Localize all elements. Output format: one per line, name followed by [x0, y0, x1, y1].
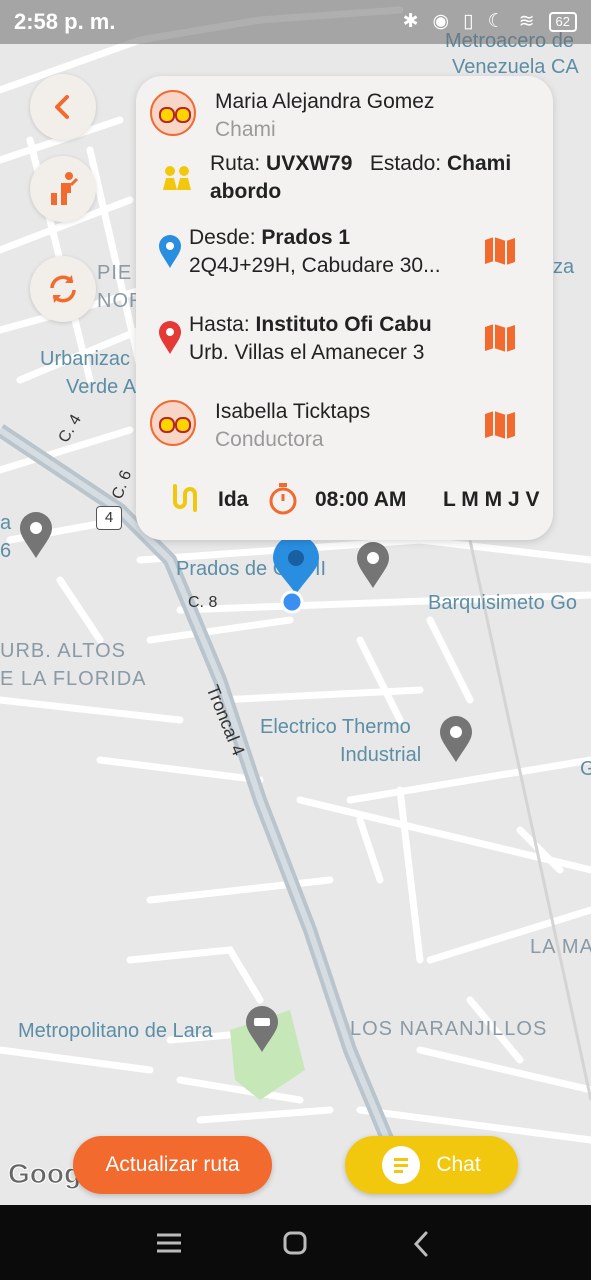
driver-role: Conductora — [215, 428, 324, 451]
location-icon: ◉ — [432, 11, 450, 32]
status-time: 2:58 p. m. — [14, 9, 116, 34]
map-label: G — [580, 758, 591, 780]
poi-pin-icon[interactable] — [438, 716, 474, 764]
hasta-value: Instituto Ofi Cabu — [255, 313, 432, 336]
map-label: za — [553, 256, 575, 278]
status-bar: 2:58 p. m. ✱ ◉ ▯ ☾ ≋ 62 — [0, 0, 591, 44]
moon-icon: ☾ — [487, 11, 505, 32]
chami-logo — [150, 90, 196, 136]
destination-line: Hasta: Instituto Ofi Cabu — [189, 313, 432, 337]
back-button[interactable] — [30, 74, 96, 140]
map-label: Verde A — [66, 376, 137, 398]
current-location-pin-icon[interactable] — [271, 536, 321, 616]
chat-bubble-icon — [382, 1146, 421, 1184]
chevron-left-icon — [55, 95, 69, 119]
chat-label: Chat — [436, 1153, 481, 1176]
route-icon — [173, 484, 197, 512]
map-label: C. 8 — [188, 594, 218, 611]
passenger-boarding-button[interactable] — [30, 156, 96, 222]
poi-pin-icon[interactable] — [355, 542, 391, 590]
map-label: Metropolitano de Lara — [18, 1020, 213, 1042]
map-label: URB. ALTOS — [0, 640, 126, 662]
map-label: LA MA — [530, 936, 591, 958]
chami-logo — [150, 400, 196, 446]
map-label: Electrico Thermo — [260, 716, 411, 738]
trip-type: Ida — [218, 488, 249, 511]
map-label: Barquisimeto Go — [428, 592, 577, 614]
menu-icon[interactable] — [155, 1231, 183, 1255]
sync-icon — [50, 275, 76, 303]
driver-name: Isabella Ticktaps — [215, 400, 371, 423]
map-label: a — [0, 512, 12, 534]
trip-days: L M M J V — [443, 488, 540, 511]
chat-button[interactable]: Chat — [345, 1136, 518, 1194]
origin-address: 2Q4J+29H, Cabudare 30... — [189, 254, 441, 277]
map-label: PIE — [97, 262, 133, 284]
map-label: E LA FLORIDA — [0, 668, 147, 690]
hasta-label: Hasta: — [189, 313, 250, 336]
wifi-icon: ≋ — [518, 11, 535, 32]
origin-line: Desde: Prados 1 — [189, 226, 350, 250]
passenger-brand: Chami — [215, 118, 276, 141]
passenger-name: Maria Alejandra Gomez — [215, 90, 435, 113]
desde-value: Prados 1 — [261, 226, 351, 249]
bluetooth-icon: ✱ — [402, 11, 419, 32]
estado-label: Estado: — [369, 152, 442, 175]
battery-icon: 62 — [548, 11, 577, 32]
map-label: LOS NARANJILLOS — [350, 1018, 548, 1040]
update-route-button[interactable]: Actualizar ruta — [73, 1136, 272, 1194]
map-icon[interactable] — [484, 409, 516, 441]
estado-value-cont: abordo — [210, 180, 282, 203]
map-icon[interactable] — [484, 235, 516, 267]
status-icons: ✱ ◉ ▯ ☾ ≋ 62 — [403, 10, 577, 33]
route-shield-4: 4 — [96, 506, 122, 530]
poi-pin-icon[interactable] — [18, 512, 54, 560]
map-label: 6 — [0, 540, 12, 562]
map-label: Urbanizac — [40, 348, 131, 370]
route-status-line: Ruta: UVXW79 Estado: Chami — [210, 152, 511, 176]
vibrate-icon: ▯ — [463, 11, 474, 32]
map-label: Industrial — [340, 744, 422, 766]
destination-address: Urb. Villas el Amanecer 3 — [189, 341, 425, 364]
route-info-card: Maria Alejandra Gomez Chami Ruta: UVXW79… — [136, 76, 553, 540]
desde-label: Desde: — [189, 226, 256, 249]
map-icon[interactable] — [484, 322, 516, 354]
home-icon[interactable] — [282, 1230, 308, 1256]
timer-icon — [269, 483, 297, 515]
refresh-button[interactable] — [30, 256, 96, 322]
person-boarding-icon — [51, 172, 79, 205]
children-icon — [163, 166, 191, 190]
system-navigation-bar — [0, 1205, 591, 1280]
origin-pin-icon — [159, 235, 181, 268]
ruta-label: Ruta: — [210, 152, 261, 175]
estado-value: Chami — [446, 152, 512, 175]
ruta-value: UVXW79 — [266, 152, 353, 175]
destination-pin-icon — [159, 321, 181, 354]
back-nav-icon[interactable] — [410, 1230, 432, 1258]
trip-time: 08:00 AM — [315, 488, 407, 511]
stadium-pin-icon[interactable] — [244, 1006, 280, 1054]
